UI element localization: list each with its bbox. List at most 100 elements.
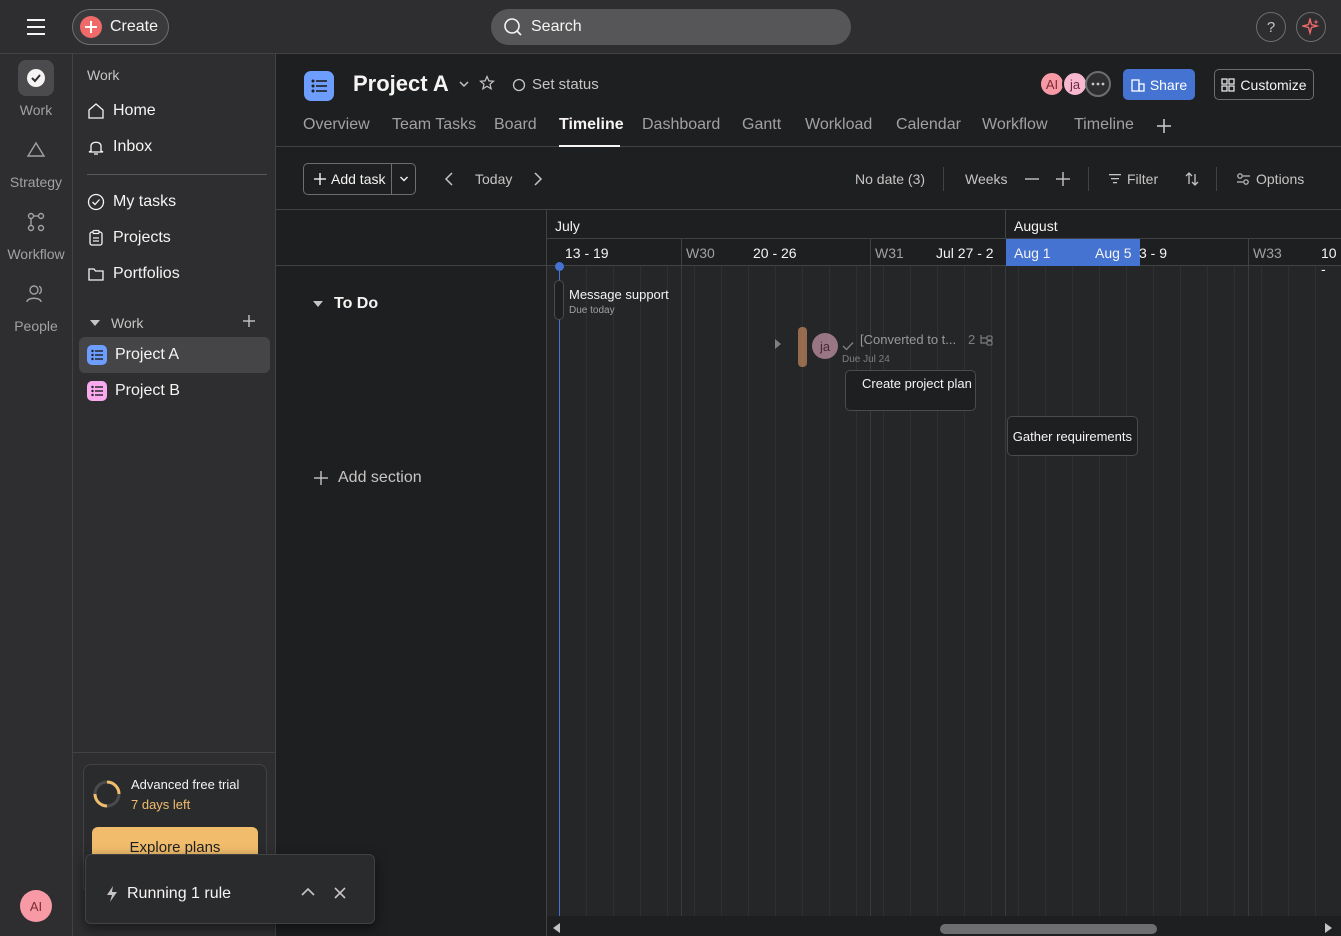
task-label: Message support	[569, 287, 669, 302]
timeline-task-message-support[interactable]	[554, 280, 564, 320]
work-section-header[interactable]: Work	[89, 315, 143, 331]
filter-button[interactable]: Filter	[1108, 171, 1158, 187]
rail-label-people: People	[14, 318, 58, 334]
more-members-icon[interactable]	[1085, 71, 1111, 97]
zoom-out-icon[interactable]	[1024, 172, 1040, 186]
menu-icon[interactable]	[20, 14, 52, 40]
add-section-button[interactable]: Add section	[314, 469, 422, 487]
tab-workload[interactable]: Workload	[805, 116, 872, 134]
rail-label-strategy: Strategy	[9, 174, 63, 190]
timeline-task-gather-requirements[interactable]: Gather requirements	[1007, 416, 1138, 456]
chevron-down-icon[interactable]	[458, 78, 470, 90]
timeline-task-create-project-plan[interactable]: Create project plan	[845, 370, 976, 411]
today-button[interactable]: Today	[475, 171, 512, 187]
week-divider	[870, 239, 871, 266]
left-rail: Work Strategy Workflow People AI	[0, 54, 72, 936]
tab-gantt[interactable]: Gantt	[742, 116, 781, 134]
add-task-button[interactable]: Add task	[303, 163, 416, 195]
month-label-august: August	[1014, 218, 1058, 234]
task-due-date: Due today	[569, 305, 615, 316]
timeline-toolbar: Add task Today No date (3) Weeks Filter …	[276, 148, 1341, 210]
options-label: Options	[1256, 171, 1305, 187]
scroll-right-icon[interactable]	[1324, 922, 1334, 934]
workflow-icon	[18, 204, 54, 240]
week-label: 3 - 9	[1139, 245, 1168, 261]
tab-calendar[interactable]: Calendar	[896, 116, 961, 134]
triangle-icon	[18, 132, 54, 168]
tab-timeline[interactable]: Timeline	[559, 116, 624, 134]
trial-days-left: 7 days left	[131, 797, 191, 812]
star-icon[interactable]	[479, 75, 495, 91]
zoom-in-icon[interactable]	[1055, 171, 1071, 187]
day-gridline	[694, 266, 695, 916]
rail-item-workflow[interactable]: Workflow	[0, 204, 72, 262]
project-list-icon	[304, 71, 334, 101]
status-circle-icon	[512, 78, 526, 92]
caret-down-icon	[312, 298, 324, 310]
today-line	[559, 266, 560, 916]
day-gridline	[1315, 266, 1316, 916]
sidebar-item-home[interactable]: Home	[79, 93, 270, 129]
sidebar-item-inbox[interactable]: Inbox	[79, 129, 270, 165]
customize-button[interactable]: Customize	[1214, 69, 1314, 100]
options-button[interactable]: Options	[1236, 171, 1304, 187]
search-input[interactable]: Search	[491, 9, 851, 45]
sort-icon[interactable]	[1184, 171, 1200, 187]
help-icon: ?	[1266, 18, 1276, 36]
caret-right-icon	[773, 338, 783, 350]
work-section-label: Work	[111, 315, 144, 331]
scroll-left-icon[interactable]	[551, 922, 561, 934]
ai-sparkle-button[interactable]	[1296, 12, 1326, 42]
running-rule-toast: Running 1 rule	[85, 854, 375, 924]
no-date-button[interactable]: No date (3)	[855, 171, 925, 187]
sidebar-item-portfolios[interactable]: Portfolios	[79, 256, 270, 292]
chevron-up-icon[interactable]	[300, 886, 316, 898]
day-gridline	[1126, 266, 1127, 916]
tab-board[interactable]: Board	[494, 116, 537, 134]
zoom-select[interactable]: Weeks	[965, 171, 1008, 187]
trial-title: Advanced free trial	[131, 777, 240, 792]
tab-dashboard[interactable]: Dashboard	[642, 116, 720, 134]
create-button[interactable]: Create	[72, 9, 169, 45]
add-task-main[interactable]: Add task	[304, 164, 393, 194]
chevron-down-icon[interactable]	[392, 174, 415, 184]
subtask-count: 2	[968, 332, 976, 347]
timeline-task-converted[interactable]: ja [Converted to t... Due Jul 24 2	[771, 327, 1001, 367]
share-button[interactable]: Share	[1123, 69, 1195, 100]
tab-team-tasks[interactable]: Team Tasks	[392, 116, 476, 134]
tab-workflow[interactable]: Workflow	[982, 116, 1048, 134]
rail-item-strategy[interactable]: Strategy	[0, 132, 72, 190]
sparkle-icon	[1302, 18, 1320, 36]
rail-item-work[interactable]: Work	[0, 60, 72, 118]
active-tab-indicator	[559, 145, 620, 147]
day-gridline	[1234, 266, 1235, 916]
tab-timeline-2[interactable]: Timeline	[1074, 116, 1134, 134]
help-button[interactable]: ?	[1256, 12, 1286, 42]
user-avatar[interactable]: AI	[20, 890, 52, 922]
add-tab-plus-icon[interactable]	[1156, 118, 1172, 134]
day-gridline	[1261, 266, 1262, 916]
horizontal-scrollbar[interactable]	[547, 916, 1341, 936]
scrollbar-thumb[interactable]	[940, 924, 1157, 934]
sidebar-item-project-a[interactable]: Project A	[79, 337, 270, 373]
set-status-label: Set status	[532, 76, 599, 93]
home-icon	[87, 102, 105, 120]
sidebar-item-projects[interactable]: Projects	[79, 220, 270, 256]
sidebar-item-label: Projects	[113, 229, 171, 246]
set-status-button[interactable]: Set status	[512, 76, 599, 93]
sidebar-item-my-tasks[interactable]: My tasks	[79, 184, 270, 220]
sidebar-item-project-b[interactable]: Project B	[79, 373, 270, 409]
rail-item-people[interactable]: People	[0, 276, 72, 334]
filter-icon	[1108, 172, 1122, 186]
task-list-column: To Do Add section	[276, 210, 547, 936]
add-section-label: Add section	[338, 469, 422, 486]
chevron-right-icon[interactable]	[533, 171, 543, 187]
check-icon	[842, 341, 854, 351]
add-project-plus-icon[interactable]	[241, 313, 257, 329]
plus-icon	[314, 173, 326, 185]
section-header-to-do[interactable]: To Do	[312, 295, 378, 313]
close-icon[interactable]	[333, 886, 347, 900]
tab-overview[interactable]: Overview	[303, 116, 370, 134]
chevron-left-icon[interactable]	[444, 171, 454, 187]
sidebar-divider	[87, 174, 267, 175]
